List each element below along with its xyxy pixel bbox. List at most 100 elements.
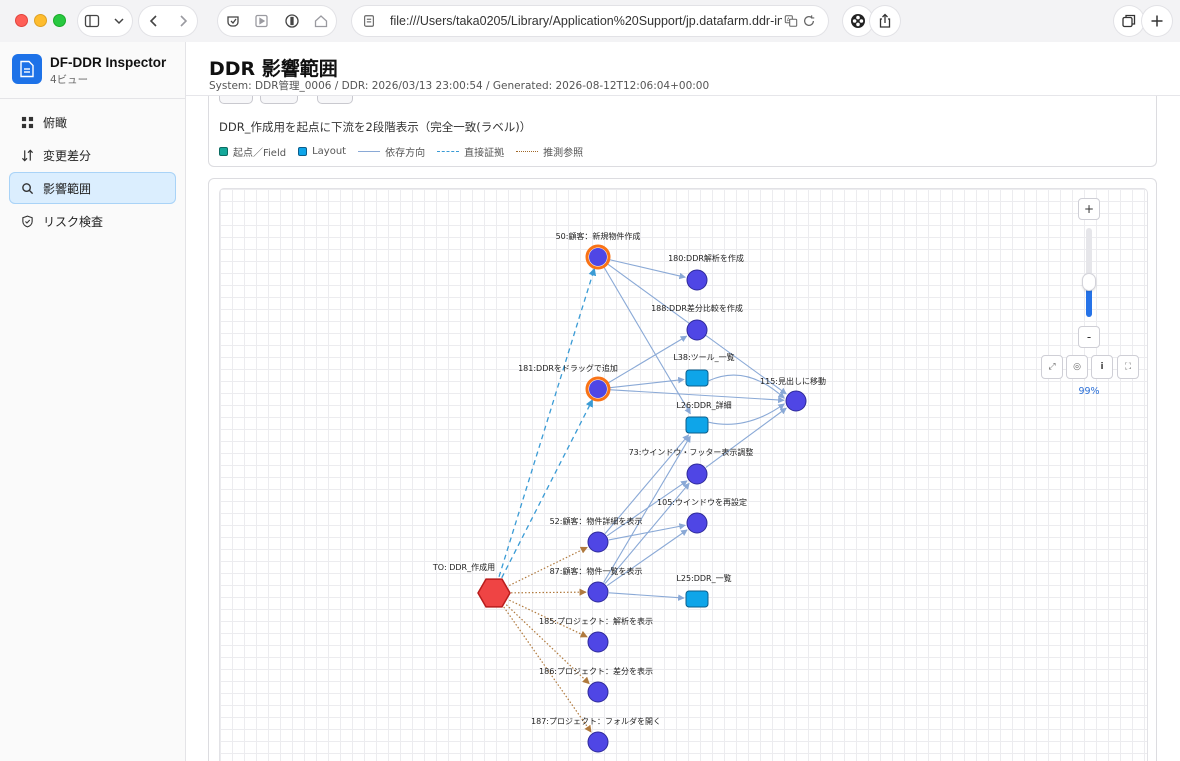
graph-node-label: 180:DDR解析を作成 [668, 253, 744, 263]
scrolled-button[interactable] [317, 96, 353, 104]
graph-node-TO[interactable]: TO: DDR_作成用 [432, 562, 511, 608]
legend-swatch [298, 147, 308, 156]
sidebar-item-label: リスク検査 [43, 214, 104, 229]
back-icon[interactable] [142, 9, 166, 33]
zoom-window-button[interactable] [53, 14, 66, 27]
sidebar-item-label: 影響範囲 [43, 181, 92, 196]
script-node-shape[interactable] [686, 269, 708, 291]
graph-node-73[interactable]: 73:ウインドウ・フッター表示調整 [629, 447, 754, 485]
app-subtitle: 4ビュー [50, 74, 89, 86]
scrolled-button[interactable] [219, 96, 253, 104]
graph-node-187[interactable]: 187:プロジェクト：フォルダを開く [531, 716, 661, 753]
share-icon[interactable] [870, 6, 900, 36]
fit-icon[interactable]: ⤢ [1041, 355, 1063, 379]
graph-edge-52-105 [608, 523, 686, 541]
sidebar-item-overview[interactable]: 俯瞰 [9, 106, 176, 138]
tabs-icon[interactable] [1114, 6, 1144, 36]
sidebar-item-label: 変更差分 [43, 148, 92, 163]
graph-edge-181-115 [608, 389, 785, 404]
zoom-in-button[interactable]: + [1078, 198, 1100, 220]
shield-icon[interactable] [280, 9, 304, 33]
shield-check-icon [20, 214, 34, 228]
fullscreen-icon[interactable]: ⛶ [1117, 355, 1139, 379]
media-icon[interactable] [250, 9, 274, 33]
script-node-shape[interactable] [589, 248, 607, 266]
layout-node-shape[interactable] [685, 369, 709, 387]
url-text[interactable]: file:///Users/taka0205/Library/Applicati… [390, 14, 782, 28]
legend-item-inferred: 推測参照 [516, 144, 583, 159]
sidebar-item-diff[interactable]: 変更差分 [9, 139, 176, 171]
translate-icon[interactable]: A [782, 12, 800, 30]
close-window-button[interactable] [15, 14, 28, 27]
reload-icon[interactable] [800, 12, 818, 30]
graph-node-52[interactable]: 52:顧客：物件詳細を表示 [550, 516, 643, 553]
forward-icon[interactable] [171, 9, 195, 33]
address-bar[interactable]: file:///Users/taka0205/Library/Applicati… [352, 6, 828, 36]
graph-node-L26[interactable]: L26:DDR_詳細 [676, 400, 732, 434]
page-icon [360, 12, 378, 30]
graph-node-188[interactable]: 188:DDR差分比較を作成 [651, 303, 743, 341]
graph-node-label: 115:見出しに移動 [760, 376, 826, 386]
graph-edge-73-115 [705, 407, 787, 468]
graph-edge-87-L26 [603, 435, 691, 583]
zoom-slider[interactable] [1082, 228, 1096, 317]
browser-toolbar: file:///Users/taka0205/Library/Applicati… [0, 0, 1180, 42]
graph-canvas[interactable]: TO: DDR_作成用 50:顧客：新規物件作成 180:DDR解析を作成 188:D… [219, 188, 1148, 761]
layout-node-shape[interactable] [685, 416, 709, 434]
sidebar-item-risk[interactable]: リスク検査 [9, 205, 176, 237]
sidebar-item-impact[interactable]: 影響範囲 [9, 172, 176, 204]
graph-node-186[interactable]: 186:プロジェクト：差分を表示 [539, 666, 653, 703]
graph-node-87[interactable]: 87:顧客：物件一覧を表示 [550, 566, 643, 603]
impact-graph[interactable]: TO: DDR_作成用 50:顧客：新規物件作成 180:DDR解析を作成 188:D… [220, 189, 1148, 761]
legend-label: 推測参照 [543, 148, 584, 159]
zoom-slider-thumb[interactable] [1082, 272, 1096, 291]
script-node-shape[interactable] [686, 463, 708, 485]
script-node-shape[interactable] [587, 631, 609, 653]
script-node-shape[interactable] [587, 581, 609, 603]
scrolled-select[interactable] [260, 96, 298, 104]
app-name: DF-DDR Inspector [50, 55, 167, 70]
new-tab-icon[interactable] [1142, 6, 1172, 36]
graph-node-180[interactable]: 180:DDR解析を作成 [668, 253, 744, 291]
script-node-shape[interactable] [785, 390, 807, 412]
graph-node-label: 188:DDR差分比較を作成 [651, 303, 743, 313]
zoom-out-button[interactable]: - [1078, 326, 1100, 348]
layout-node-shape[interactable] [685, 590, 709, 608]
graph-node-L38[interactable]: L38:ツール_一覧 [673, 352, 735, 387]
script-node-shape[interactable] [686, 319, 708, 341]
info-icon[interactable]: i [1091, 355, 1113, 379]
sidebar-toggle-icon[interactable] [80, 9, 104, 33]
script-node-shape[interactable] [587, 731, 609, 753]
legend-item-dependency: 依存方向 [358, 144, 425, 159]
graph-node-50[interactable]: 50:顧客：新規物件作成 [556, 231, 641, 270]
minimize-window-button[interactable] [34, 14, 47, 27]
graph-node-181[interactable]: 181:DDRをドラッグで追加 [518, 363, 618, 402]
reset-icon[interactable]: ◎ [1066, 355, 1088, 379]
page-title: DDR 影響範囲 [209, 58, 338, 80]
legend-item-direct: 直接証拠 [437, 144, 504, 159]
home-icon[interactable] [309, 9, 333, 33]
graph-node-185[interactable]: 185:プロジェクト：解析を表示 [539, 616, 653, 653]
graph-node-label: 52:顧客：物件詳細を表示 [550, 516, 643, 526]
sidebar-nav: 俯瞰 変更差分 影響範囲 リスク検査 [9, 106, 176, 238]
sidebar-divider [0, 98, 185, 99]
script-node-shape[interactable] [686, 512, 708, 534]
extension-icon[interactable] [221, 9, 245, 33]
graph-node-L25[interactable]: L25:DDR_一覧 [676, 573, 732, 608]
legend-swatch [358, 151, 381, 152]
chevron-down-icon[interactable] [107, 9, 131, 33]
script-node-shape[interactable] [587, 681, 609, 703]
extensions-icon[interactable] [843, 6, 873, 36]
legend-label: 直接証拠 [464, 148, 505, 159]
graph-node-label: 50:顧客：新規物件作成 [556, 231, 641, 241]
legend-label: 依存方向 [385, 148, 426, 159]
graph-node-label: 186:プロジェクト：差分を表示 [539, 666, 653, 676]
script-node-shape[interactable] [589, 380, 607, 398]
svg-text:A: A [787, 17, 791, 23]
script-node-shape[interactable] [587, 531, 609, 553]
graph-node-115[interactable]: 115:見出しに移動 [760, 376, 826, 412]
origin-node-shape[interactable] [477, 578, 511, 608]
legend-swatch [219, 147, 228, 156]
graph-node-label: 73:ウインドウ・フッター表示調整 [629, 447, 754, 457]
sidebar-toggle-group [78, 6, 132, 36]
